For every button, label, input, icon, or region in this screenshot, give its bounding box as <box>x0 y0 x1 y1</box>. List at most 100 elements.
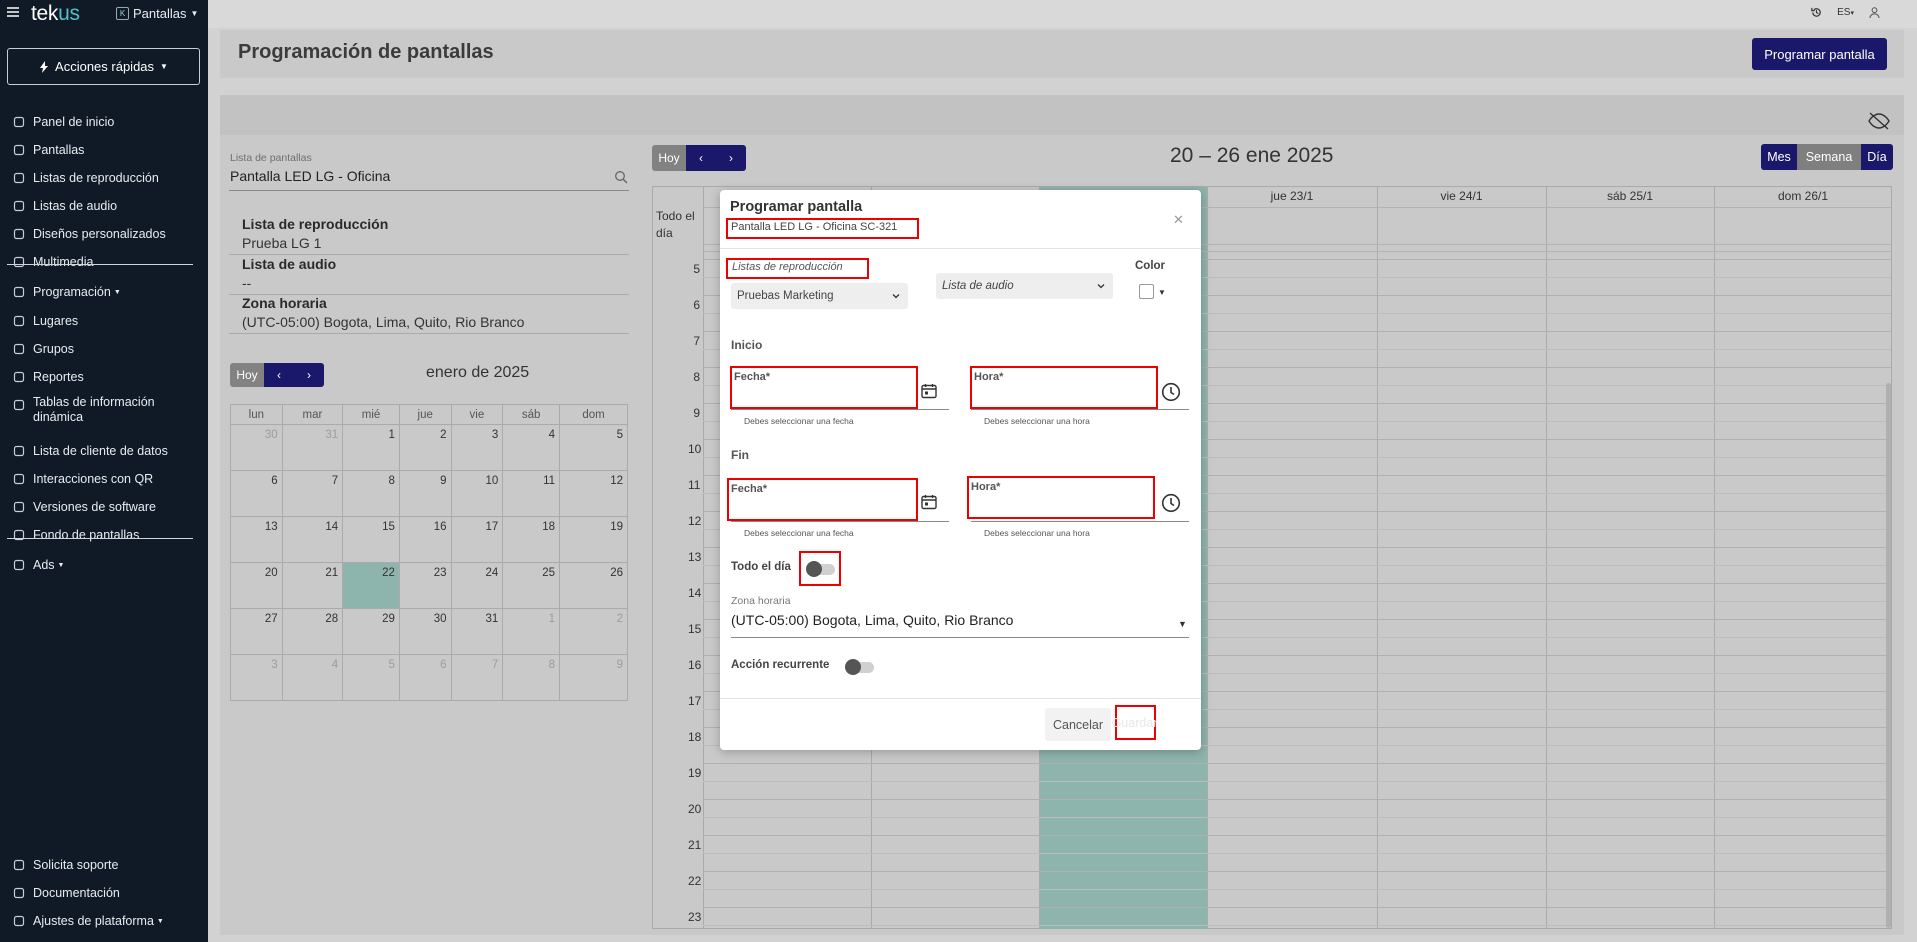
color-picker[interactable] <box>1139 284 1154 299</box>
sidebar-item-8[interactable]: Grupos <box>0 337 208 361</box>
view-month-button[interactable]: Mes <box>1761 144 1797 170</box>
calendar-day[interactable]: 3 <box>230 654 283 701</box>
calendar-day[interactable]: 2 <box>398 424 452 471</box>
calendar-day[interactable]: 25 <box>502 562 561 609</box>
sidebar-item-6[interactable]: Programación ▼ <box>0 280 208 304</box>
calendar-day[interactable]: 21 <box>281 562 344 609</box>
calendar-day[interactable]: 15 <box>342 516 400 563</box>
calendar-day[interactable]: 19 <box>559 516 628 563</box>
sidebar-item-7[interactable]: Lugares <box>0 309 208 333</box>
calendar-day[interactable]: 8 <box>502 654 561 701</box>
calendar-day[interactable]: 9 <box>398 470 452 517</box>
sidebar-item-12[interactable]: Interacciones con QR <box>0 467 208 491</box>
audio-list-select[interactable]: Lista de audio <box>936 273 1113 299</box>
sidebar-item-4[interactable]: Diseños personalizados <box>0 222 208 246</box>
calendar-day[interactable]: 23 <box>398 562 452 609</box>
calendar-day[interactable]: 11 <box>502 470 561 517</box>
calendar-day[interactable]: 22 <box>342 562 400 609</box>
end-time-field[interactable]: Hora* <box>967 476 1155 519</box>
all-day-toggle[interactable] <box>806 561 835 577</box>
chevron-left-icon[interactable]: ‹ <box>264 363 294 387</box>
mini-today-button[interactable]: Hoy <box>230 363 264 387</box>
calendar-day[interactable]: 26 <box>559 562 628 609</box>
sidebar-item-2[interactable]: Listas de reproducción <box>0 166 208 190</box>
chevron-left-icon[interactable]: ‹ <box>686 145 716 171</box>
scrollbar[interactable] <box>1886 383 1891 928</box>
chevron-right-icon[interactable]: › <box>716 145 746 171</box>
sidebar-item-11[interactable]: Lista de cliente de datos <box>0 439 208 463</box>
sidebar-item-15[interactable]: Ads ▼ <box>0 553 208 577</box>
sidebar-item-13[interactable]: Versiones de software <box>0 495 208 519</box>
calendar-icon[interactable] <box>920 493 938 511</box>
calendar-day[interactable]: 6 <box>230 470 283 517</box>
view-day-button[interactable]: Día <box>1861 144 1893 170</box>
sidebar-bottom-item-0[interactable]: Solicita soporte <box>0 853 208 877</box>
calendar-day[interactable]: 10 <box>450 470 504 517</box>
calendar-day[interactable]: 18 <box>502 516 561 563</box>
calendar-day[interactable]: 8 <box>342 470 400 517</box>
calendar-day[interactable]: 4 <box>502 424 561 471</box>
day-header[interactable]: jue 23/1 <box>1207 189 1377 203</box>
calendar-day[interactable]: 13 <box>230 516 283 563</box>
calendar-day[interactable]: 20 <box>230 562 283 609</box>
day-header[interactable]: vie 24/1 <box>1377 189 1546 203</box>
chevron-right-icon[interactable]: › <box>294 363 324 387</box>
day-header[interactable]: sáb 25/1 <box>1546 189 1714 203</box>
calendar-day[interactable]: 9 <box>559 654 628 701</box>
sidebar-item-9[interactable]: Reportes <box>0 365 208 389</box>
start-time-field[interactable]: Hora* <box>970 366 1158 409</box>
clock-icon[interactable] <box>1161 382 1181 402</box>
calendar-day[interactable]: 29 <box>342 608 400 655</box>
calendar-day[interactable]: 16 <box>398 516 452 563</box>
calendar-day[interactable]: 27 <box>230 608 283 655</box>
today-button[interactable]: Hoy <box>652 145 686 171</box>
calendar-day[interactable]: 12 <box>559 470 628 517</box>
language-selector[interactable]: ES▾ <box>1837 7 1854 18</box>
calendar-day[interactable]: 6 <box>398 654 452 701</box>
product-switcher[interactable]: K Pantallas ▼ <box>116 6 198 21</box>
calendar-day[interactable]: 5 <box>342 654 400 701</box>
calendar-day[interactable]: 17 <box>450 516 504 563</box>
calendar-day[interactable]: 1 <box>502 608 561 655</box>
user-icon[interactable] <box>1868 6 1881 19</box>
calendar-day[interactable]: 4 <box>281 654 344 701</box>
calendar-day[interactable]: 2 <box>559 608 628 655</box>
sidebar-item-10[interactable]: Tablas de información dinámica <box>0 395 208 431</box>
recurring-toggle[interactable] <box>845 659 874 675</box>
timezone-select[interactable]: (UTC-05:00) Bogota, Lima, Quito, Rio Bra… <box>731 612 1013 628</box>
search-icon[interactable] <box>614 170 628 184</box>
sidebar-item-14[interactable]: Fondo de pantallas <box>0 523 208 547</box>
caret-down-icon[interactable]: ▼ <box>1158 288 1166 297</box>
start-date-field[interactable]: Fecha* <box>730 366 918 409</box>
calendar-day[interactable]: 31 <box>450 608 504 655</box>
end-date-field[interactable]: Fecha* <box>727 478 918 521</box>
playlist-select[interactable]: Pruebas Marketing <box>731 283 908 309</box>
day-header[interactable]: dom 26/1 <box>1714 189 1892 203</box>
sidebar-bottom-item-1[interactable]: Documentación <box>0 881 208 905</box>
calendar-day[interactable]: 7 <box>281 470 344 517</box>
calendar-day[interactable]: 28 <box>281 608 344 655</box>
eye-off-icon[interactable] <box>1867 112 1891 130</box>
calendar-day[interactable]: 5 <box>559 424 628 471</box>
calendar-day[interactable]: 14 <box>281 516 344 563</box>
sidebar-item-3[interactable]: Listas de audio <box>0 194 208 218</box>
view-week-button[interactable]: Semana <box>1797 144 1861 170</box>
sidebar-bottom-item-2[interactable]: Ajustes de plataforma ▼ <box>0 909 208 933</box>
schedule-screen-button[interactable]: Programar pantalla <box>1752 38 1887 70</box>
sidebar-item-5[interactable]: Multimedia <box>0 250 208 274</box>
calendar-day[interactable]: 31 <box>281 424 344 471</box>
sidebar-item-0[interactable]: Panel de inicio <box>0 110 208 134</box>
calendar-icon[interactable] <box>920 382 938 400</box>
menu-icon[interactable] <box>6 5 22 21</box>
history-icon[interactable] <box>1810 6 1823 19</box>
save-button[interactable]: Guardar <box>1112 708 1157 737</box>
calendar-day[interactable]: 24 <box>450 562 504 609</box>
close-icon[interactable]: ✕ <box>1173 212 1184 228</box>
calendar-day[interactable]: 1 <box>342 424 400 471</box>
caret-down-icon[interactable]: ▼ <box>1178 619 1187 629</box>
clock-icon[interactable] <box>1161 493 1181 513</box>
cancel-button[interactable]: Cancelar <box>1045 708 1111 741</box>
calendar-day[interactable]: 30 <box>230 424 283 471</box>
screen-list-input[interactable]: Pantalla LED LG - Oficina <box>230 168 390 184</box>
calendar-day[interactable]: 3 <box>450 424 504 471</box>
